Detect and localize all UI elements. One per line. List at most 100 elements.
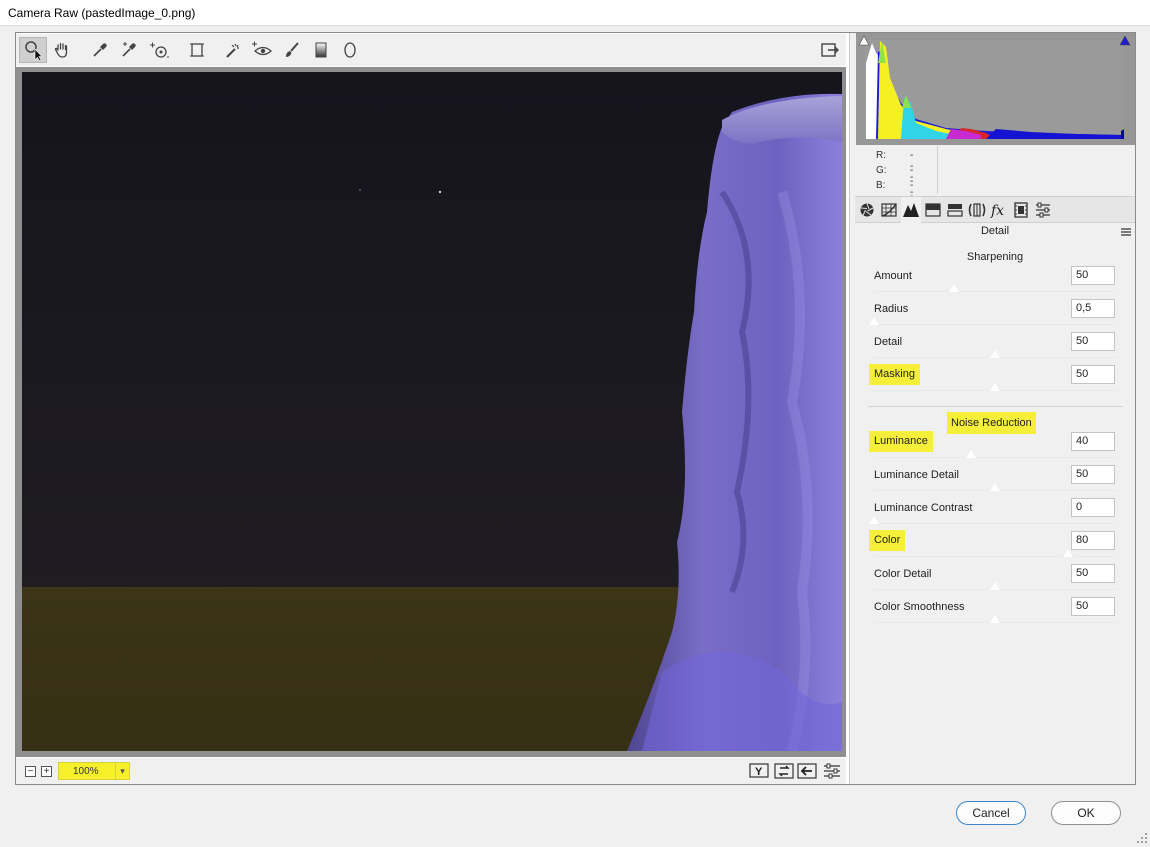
spot-removal-tool[interactable] [219,37,247,63]
copy-settings-button[interactable] [797,762,817,779]
detail-label: Detail [874,336,903,348]
color-smoothness-slider-thumb[interactable] [989,614,1001,624]
tab-camera-calibration[interactable] [1011,201,1031,219]
transform-tool[interactable] [183,37,211,63]
magnifier-icon [25,41,42,60]
masking-input[interactable]: 50 [1071,365,1115,384]
swap-settings-button[interactable] [774,762,794,779]
panel-menu-button[interactable] [1121,227,1131,239]
brush-icon [286,42,299,57]
amount-slider[interactable] [874,283,1116,293]
amount-label: Amount [874,270,912,282]
tone-curve-tab-icon [881,203,897,217]
color-detail-slider-thumb[interactable] [989,581,1001,591]
luminance-contrast-label: Luminance Contrast [874,502,973,514]
split-toning-tab-icon [947,204,963,217]
masking-slider[interactable] [874,382,1116,392]
luminance-detail-slider[interactable] [874,482,1116,492]
chevron-down-icon: ▾ [115,763,129,779]
luminance-contrast-input[interactable]: 0 [1071,498,1115,517]
tab-tone-curve[interactable] [879,201,899,219]
zoom-in-button[interactable]: + [41,766,52,777]
effects-tab-icon: fx [990,203,1004,218]
noise-reduction-heading: Noise Reduction [947,412,1036,434]
zoom-out-button[interactable]: − [25,766,36,777]
menu-icon [1121,228,1131,236]
radius-slider-thumb[interactable] [868,316,880,326]
tab-detail[interactable] [901,197,921,223]
image-preview[interactable] [22,72,842,751]
luminance-contrast-slider-thumb[interactable] [868,515,880,525]
window-title: Camera Raw (pastedImage_0.png) [8,6,196,20]
open-preferences-button[interactable] [816,37,844,63]
color-smoothness-label: Color Smoothness [874,601,965,613]
luminance-input[interactable]: 40 [1071,432,1115,451]
copy-settings-icon [797,762,817,779]
targeted-adjustment-tool[interactable] [145,37,173,63]
radius-label: Radius [874,303,909,315]
ellipse-icon [344,42,356,58]
basic-tab-icon [860,203,874,217]
luminance-detail-slider-thumb[interactable] [989,482,1001,492]
color-smoothness-slider[interactable] [874,614,1116,624]
color-smoothness-input[interactable]: 50 [1071,597,1115,616]
hand-tool[interactable] [48,37,76,63]
eyedropper-icon [93,43,107,57]
luminance-slider[interactable] [874,449,1116,459]
luminance-slider-thumb[interactable] [964,449,977,459]
rgb-readout: R:--- G:--- B:--- [856,146,938,213]
before-after-button[interactable]: Y [749,762,769,779]
tab-split-toning[interactable] [945,201,965,219]
before-after-y-icon: Y [749,762,769,778]
tool-bar [16,34,846,66]
color-sampler-tool[interactable] [115,37,143,63]
amount-slider-thumb[interactable] [947,283,960,293]
cancel-button[interactable]: Cancel [956,801,1026,825]
color-sampler-icon [122,42,136,57]
color-detail-input[interactable]: 50 [1071,564,1115,583]
tab-basic[interactable] [857,201,877,219]
tab-lens-corrections[interactable] [967,201,987,219]
detail-input[interactable]: 50 [1071,332,1115,351]
color-label: Color [869,530,906,551]
tab-presets[interactable] [1033,201,1053,219]
transform-icon [190,43,204,57]
zoom-level-select[interactable]: 100% ▾ [58,762,130,780]
zoom-tool[interactable] [19,37,47,63]
radius-input[interactable]: 0,5 [1071,299,1115,318]
graduated-filter-tool[interactable] [307,37,335,63]
color-input[interactable]: 80 [1071,531,1115,550]
resize-grip-icon[interactable] [1136,832,1148,844]
tab-hsl[interactable] [923,201,943,219]
r-label: R: [876,150,886,161]
gradient-icon [315,42,327,58]
zoom-level-value: 100% [73,766,99,777]
amount-input[interactable]: 50 [1071,266,1115,285]
ok-button[interactable]: OK [1051,801,1121,825]
color-slider-thumb[interactable] [1061,548,1074,558]
section-divider [868,406,1123,407]
sharpening-heading: Sharpening [966,251,1024,263]
white-balance-tool[interactable] [86,37,114,63]
preview-preferences-button[interactable] [822,762,842,779]
detail-slider[interactable] [874,349,1116,359]
photo-preview [22,72,842,751]
svg-text:fx: fx [990,203,1004,218]
luminance-detail-input[interactable]: 50 [1071,465,1115,484]
radial-filter-tool[interactable] [336,37,364,63]
preview-bottom-bar [16,758,846,784]
luminance-detail-label: Luminance Detail [874,469,959,481]
masking-slider-thumb[interactable] [989,382,1001,392]
detail-slider-thumb[interactable] [989,349,1001,359]
radius-slider[interactable] [868,316,1116,326]
svg-text:Y: Y [755,766,763,778]
tab-effects[interactable]: fx [989,201,1009,219]
masking-label: Masking [869,364,920,385]
adjustment-brush-tool[interactable] [278,37,306,63]
color-detail-slider[interactable] [874,581,1116,591]
red-eye-tool[interactable] [248,37,276,63]
zoom-in-icon: + [43,766,50,777]
luminance-contrast-slider[interactable] [868,515,1116,525]
hsl-tab-icon [925,203,941,217]
color-slider[interactable] [874,548,1116,558]
